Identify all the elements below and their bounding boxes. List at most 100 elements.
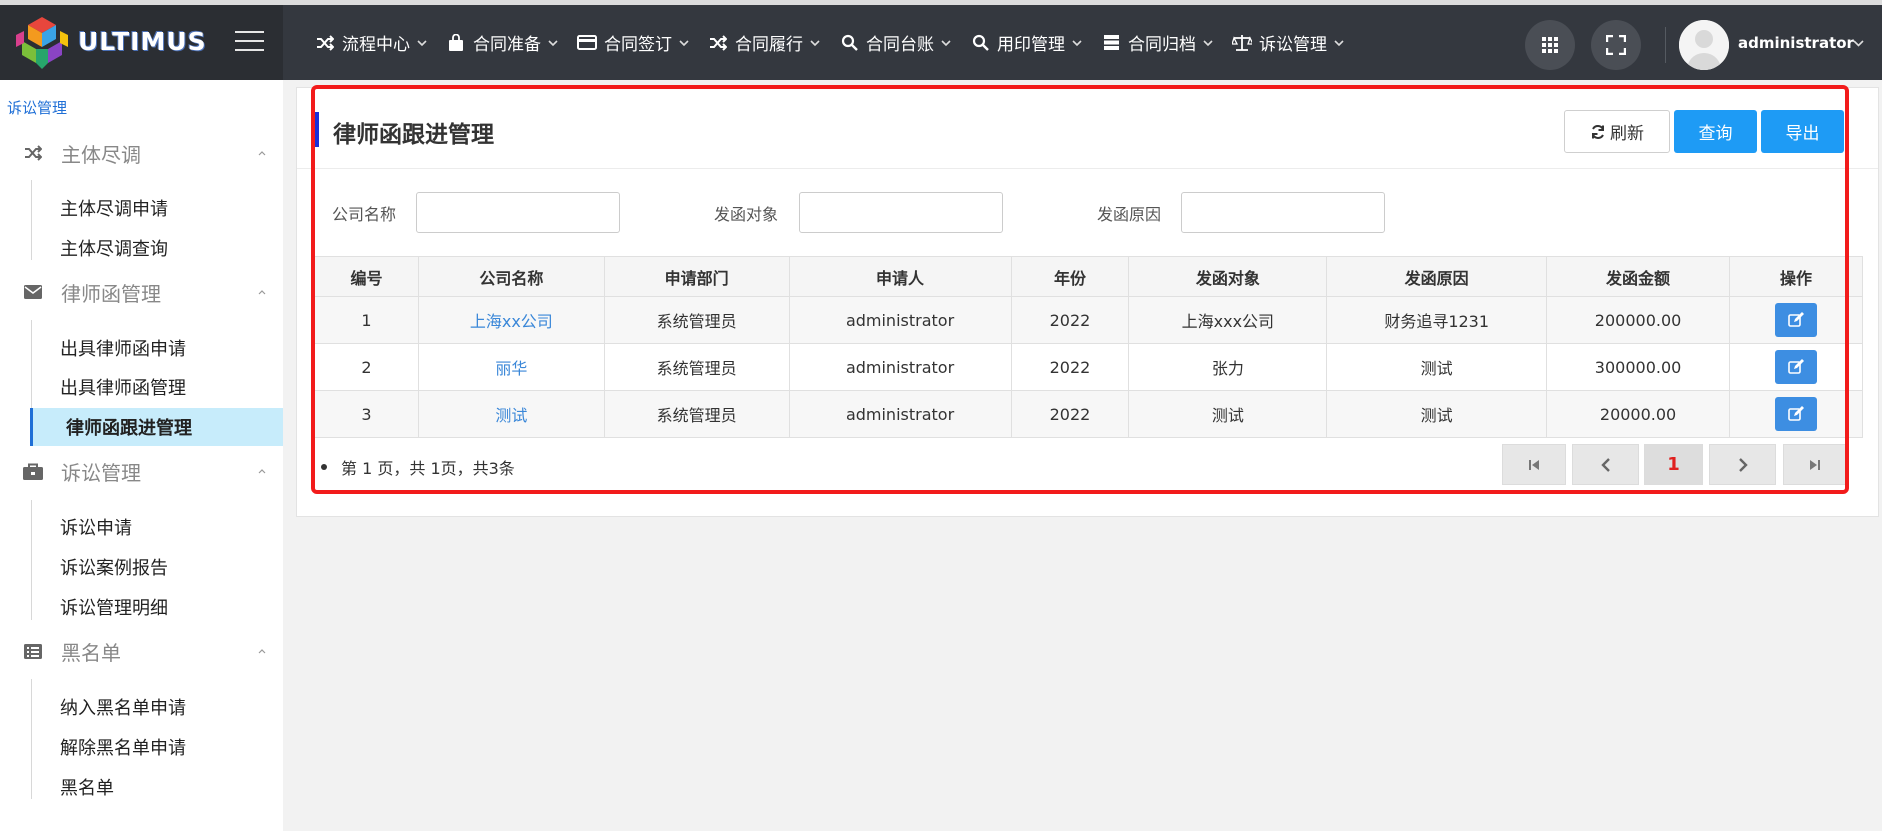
col-header-actions: 操作 — [1729, 256, 1863, 297]
edit-icon — [1788, 359, 1804, 374]
nav-item-contract-archive[interactable]: 合同归档 — [1101, 30, 1213, 55]
edit-button[interactable] — [1775, 303, 1817, 337]
letter-target-input[interactable] — [799, 192, 1003, 233]
logo-text: ULTIMUS — [78, 27, 207, 56]
sidebar-item-blacklist-add[interactable]: 纳入黑名单申请 — [32, 688, 283, 726]
query-button[interactable]: 查询 — [1674, 110, 1757, 153]
pager-info-text: 第 1 页，共 1页，共3条 — [341, 459, 515, 478]
company-name-input[interactable] — [416, 192, 620, 233]
page-title: 律师函跟进管理 — [333, 122, 494, 148]
cell-department: 系统管理员 — [603, 390, 790, 438]
title-divider — [297, 168, 1878, 169]
cell-target: 测试 — [1128, 390, 1328, 438]
user-name[interactable]: administrator — [1738, 34, 1854, 52]
last-page-icon — [1810, 459, 1820, 470]
data-table: 编号 公司名称 申请部门 申请人 年份 发函对象 发函原因 发函金额 操作 1 … — [314, 256, 1863, 438]
nav-label: 合同归档 — [1128, 35, 1196, 55]
top-nav: 流程中心 合同准备 合同签订 合同履行 合同台账 用印管理 合同归档 诉讼管理 — [315, 5, 1363, 80]
letter-target-label: 发函对象 — [714, 205, 779, 224]
nav-label: 用印管理 — [997, 35, 1065, 55]
logo-cube-icon — [16, 17, 68, 69]
cell-target: 张力 — [1128, 343, 1328, 391]
nav-item-litigation[interactable]: 诉讼管理 — [1232, 30, 1344, 55]
shuffle-icon — [315, 33, 335, 53]
list-icon — [22, 640, 44, 662]
cell-department: 系统管理员 — [603, 343, 790, 391]
sidebar-item-issue-letter-manage[interactable]: 出具律师函管理 — [32, 368, 283, 406]
export-button[interactable]: 导出 — [1761, 110, 1844, 153]
sidebar-item-blacklist[interactable]: 黑名单 — [32, 768, 283, 806]
cell-amount: 20000.00 — [1546, 390, 1731, 438]
cell-applicant: administrator — [788, 296, 1012, 344]
col-header-amount[interactable]: 发函金额 — [1546, 256, 1731, 297]
last-page-button[interactable] — [1783, 444, 1847, 485]
chevron-up-icon — [258, 649, 266, 654]
sidebar-group-lawyer-letter[interactable]: 律师函管理 — [0, 272, 283, 312]
sidebar-item-issue-letter-apply[interactable]: 出具律师函申请 — [32, 329, 283, 367]
refresh-button[interactable]: 刷新 — [1564, 110, 1670, 153]
company-link[interactable]: 上海xx公司 — [470, 312, 553, 331]
nav-item-contract-perform[interactable]: 合同履行 — [708, 30, 820, 55]
sidebar-group-litigation[interactable]: 诉讼管理 — [0, 451, 283, 491]
cell-actions — [1729, 343, 1863, 391]
sidebar-item-due-diligence-apply[interactable]: 主体尽调申请 — [32, 189, 283, 227]
col-header-target[interactable]: 发函对象 — [1128, 256, 1328, 297]
nav-item-process-center[interactable]: 流程中心 — [315, 30, 427, 55]
sidebar-item-litigation-apply[interactable]: 诉讼申请 — [32, 508, 283, 546]
chevron-left-icon — [1600, 457, 1610, 472]
nav-item-seal-management[interactable]: 用印管理 — [970, 30, 1082, 55]
cell-target: 上海xxx公司 — [1128, 296, 1328, 344]
cell-reason: 测试 — [1326, 390, 1548, 438]
chevron-down-icon[interactable] — [1853, 38, 1864, 49]
shuffle-icon — [708, 33, 728, 53]
col-header-department[interactable]: 申请部门 — [603, 256, 790, 297]
avatar[interactable] — [1679, 20, 1729, 70]
col-header-year[interactable]: 年份 — [1010, 256, 1130, 297]
table-row: 3 测试 系统管理员 administrator 2022 测试 测试 2000… — [314, 390, 1863, 438]
sidebar-group-label: 主体尽调 — [61, 142, 141, 167]
sidebar-item-blacklist-remove[interactable]: 解除黑名单申请 — [32, 728, 283, 766]
envelope-icon — [22, 281, 44, 303]
cell-amount: 300000.00 — [1546, 343, 1731, 391]
edit-button[interactable] — [1775, 350, 1817, 384]
cell-number: 1 — [314, 296, 419, 344]
sidebar-item-letter-followup[interactable]: 律师函跟进管理 — [30, 408, 283, 446]
company-link[interactable]: 丽华 — [495, 359, 527, 378]
edit-icon — [1788, 406, 1804, 421]
nav-label: 合同台账 — [866, 35, 934, 55]
next-page-button[interactable] — [1709, 444, 1776, 485]
current-page-button[interactable]: 1 — [1644, 444, 1703, 485]
col-header-company[interactable]: 公司名称 — [417, 256, 605, 297]
sidebar-item-litigation-detail[interactable]: 诉讼管理明细 — [32, 588, 283, 626]
company-link[interactable]: 测试 — [495, 406, 527, 425]
first-page-button[interactable] — [1502, 444, 1566, 485]
chevron-down-icon — [679, 39, 689, 46]
edit-button[interactable] — [1775, 397, 1817, 431]
cell-year: 2022 — [1010, 296, 1130, 344]
fullscreen-button[interactable] — [1591, 20, 1641, 70]
cell-actions — [1729, 296, 1863, 344]
sidebar-item-due-diligence-query[interactable]: 主体尽调查询 — [32, 229, 283, 267]
sidebar-group-due-diligence[interactable]: 主体尽调 — [0, 133, 283, 173]
nav-item-contract-sign[interactable]: 合同签订 — [577, 30, 689, 55]
sidebar-item-litigation-report[interactable]: 诉讼案例报告 — [32, 548, 283, 586]
letter-reason-input[interactable] — [1181, 192, 1385, 233]
cell-year: 2022 — [1010, 390, 1130, 438]
sidebar-root-title[interactable]: 诉讼管理 — [7, 97, 67, 118]
col-header-number[interactable]: 编号 — [314, 256, 419, 297]
cell-applicant: administrator — [788, 390, 1012, 438]
col-header-applicant[interactable]: 申请人 — [788, 256, 1012, 297]
first-page-icon — [1529, 459, 1539, 470]
cell-number: 3 — [314, 390, 419, 438]
sidebar-group-blacklist[interactable]: 黑名单 — [0, 631, 283, 671]
app-grid-button[interactable] — [1525, 20, 1575, 70]
edit-icon — [1788, 312, 1804, 327]
chevron-down-icon — [1334, 39, 1344, 46]
chevron-up-icon — [258, 290, 266, 295]
prev-page-button[interactable] — [1572, 444, 1639, 485]
menu-toggle-button[interactable] — [235, 31, 264, 51]
col-header-reason[interactable]: 发函原因 — [1326, 256, 1548, 297]
cell-company: 丽华 — [417, 343, 605, 391]
nav-item-contract-prep[interactable]: 合同准备 — [446, 30, 558, 55]
nav-item-contract-ledger[interactable]: 合同台账 — [839, 30, 951, 55]
